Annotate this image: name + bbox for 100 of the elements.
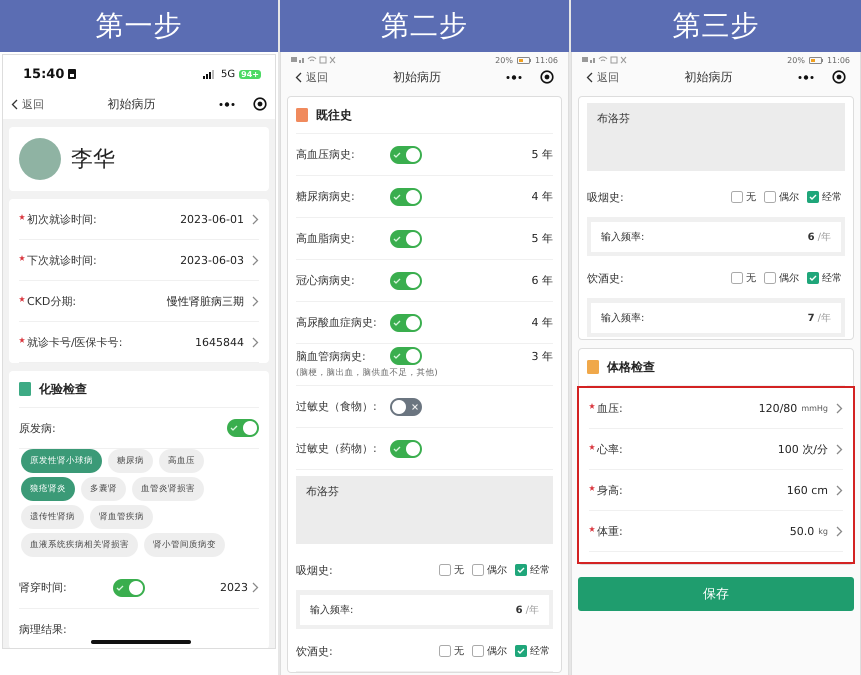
checkbox[interactable] <box>807 191 819 203</box>
patient-name: 李华 <box>71 146 115 174</box>
text-area[interactable]: 布洛芬 <box>587 103 845 171</box>
option-label: 偶尔 <box>779 191 799 204</box>
input-field[interactable]: 输入频率: 6 /年 <box>300 595 549 625</box>
field-label: CKD分期: <box>27 294 76 308</box>
status-time: 15:40 <box>23 66 64 82</box>
field-value: 慢性肾脏病三期 <box>167 294 244 308</box>
toggle-switch[interactable] <box>390 188 422 206</box>
field-label: 冠心病病史: <box>296 273 356 288</box>
step-title: 第一步 <box>0 0 278 52</box>
checkbox[interactable] <box>515 645 527 657</box>
toggle-switch[interactable] <box>390 230 422 248</box>
tag-chip[interactable]: 血管炎肾损害 <box>132 477 204 501</box>
target-icon[interactable] <box>832 70 846 84</box>
checkbox[interactable] <box>515 564 527 576</box>
toggle-switch[interactable] <box>390 314 422 332</box>
toggle-switch[interactable] <box>390 146 422 164</box>
checkbox[interactable] <box>472 645 484 657</box>
more-icon[interactable] <box>219 102 235 106</box>
field-value: 100 次/分 <box>778 442 828 456</box>
check-icon <box>393 444 401 452</box>
check-icon <box>393 276 401 284</box>
tag-chip[interactable]: 肾血管疾病 <box>90 505 153 529</box>
status-icons-drawing <box>291 56 337 64</box>
option-label: 偶尔 <box>487 564 507 577</box>
page-title: 初始病历 <box>106 96 156 112</box>
network-label: 5G <box>221 68 236 80</box>
checkbox[interactable] <box>439 564 451 576</box>
step-title: 第二步 <box>280 0 569 52</box>
field-value: 4 年 <box>532 189 553 204</box>
chevron-icon <box>836 444 843 454</box>
option-label: 偶尔 <box>487 645 507 658</box>
tag-chip[interactable]: 糖尿病 <box>108 449 153 473</box>
option-label: 偶尔 <box>779 272 799 285</box>
option-label: 经常 <box>822 272 842 285</box>
back-icon <box>11 98 18 110</box>
field-value: 2023-06-03 <box>180 254 244 266</box>
field-label: 心率: <box>597 442 623 456</box>
step-title: 第三步 <box>571 0 861 52</box>
field-label: 病理结果: <box>19 622 67 636</box>
option-label: 经常 <box>822 190 842 204</box>
checkbox[interactable] <box>731 272 743 284</box>
option-label: 经常 <box>530 644 550 658</box>
checkbox[interactable] <box>764 272 776 284</box>
checkbox[interactable] <box>731 191 743 203</box>
option-label: 经常 <box>530 564 550 577</box>
field-value: 120/80 <box>758 402 798 414</box>
chevron-icon <box>252 254 259 266</box>
section-title: 化验检查 <box>39 380 87 398</box>
tag-chip[interactable]: 多囊肾 <box>81 477 126 501</box>
field-value: 2023 <box>220 581 248 594</box>
check-icon <box>393 352 401 360</box>
check-icon <box>393 192 401 200</box>
status-time: 11:06 <box>826 56 850 64</box>
checkbox[interactable] <box>764 191 776 203</box>
back-icon <box>586 72 593 82</box>
unit-label: kg <box>818 526 828 536</box>
back-button[interactable]: 返回 <box>11 96 44 112</box>
toggle-switch[interactable] <box>227 419 259 437</box>
field-label: 就诊卡号/医保卡号: <box>27 334 122 350</box>
input-field[interactable]: 输入频率: 6 /年 <box>591 222 841 252</box>
field-label: 原发病: <box>19 420 57 436</box>
option-label: 无 <box>746 272 756 285</box>
more-icon[interactable] <box>506 74 522 80</box>
tag-chip[interactable]: 血液系统疾病相关肾损害 <box>21 533 138 557</box>
checkbox[interactable] <box>807 272 819 284</box>
field-label: 高血压病史: <box>296 147 356 162</box>
chevron-icon <box>836 402 843 414</box>
option-label: 无 <box>746 191 756 204</box>
check-icon <box>393 150 401 158</box>
battery-percent: 20% <box>495 56 513 64</box>
toggle-switch[interactable] <box>390 272 422 290</box>
more-icon[interactable] <box>798 74 814 80</box>
avatar <box>19 138 61 180</box>
toggle-switch[interactable] <box>390 398 422 416</box>
back-icon <box>295 72 302 82</box>
field-label: 肾穿时间: <box>19 580 68 595</box>
field-value: 3 年 <box>532 348 553 364</box>
field-label: 吸烟史: <box>296 562 334 578</box>
target-icon[interactable] <box>540 70 554 84</box>
checkbox[interactable] <box>472 564 484 576</box>
toggle-switch[interactable] <box>390 440 422 458</box>
input-field[interactable]: 输入频率: 7 /年 <box>591 303 841 333</box>
chevron-icon <box>252 336 259 348</box>
text-area[interactable]: 布洛芬 <box>296 476 553 544</box>
check-icon <box>230 424 238 432</box>
checkbox[interactable] <box>439 645 451 657</box>
toggle-switch[interactable] <box>113 578 145 596</box>
status-time: 11:06 <box>534 56 558 64</box>
tag-chip[interactable]: 肾小管间质病变 <box>144 533 225 557</box>
chevron-icon <box>836 526 843 536</box>
tag-chip[interactable]: 高血压 <box>159 449 204 473</box>
toggle-switch[interactable] <box>390 347 422 365</box>
field-label: 高血脂病史: <box>296 231 356 246</box>
target-icon[interactable] <box>253 97 267 111</box>
option-label: 无 <box>454 645 464 658</box>
tag-chip[interactable]: 遗传性肾病 <box>21 505 84 529</box>
back-button[interactable]: 返回 <box>295 70 328 84</box>
back-button[interactable]: 返回 <box>586 70 619 84</box>
